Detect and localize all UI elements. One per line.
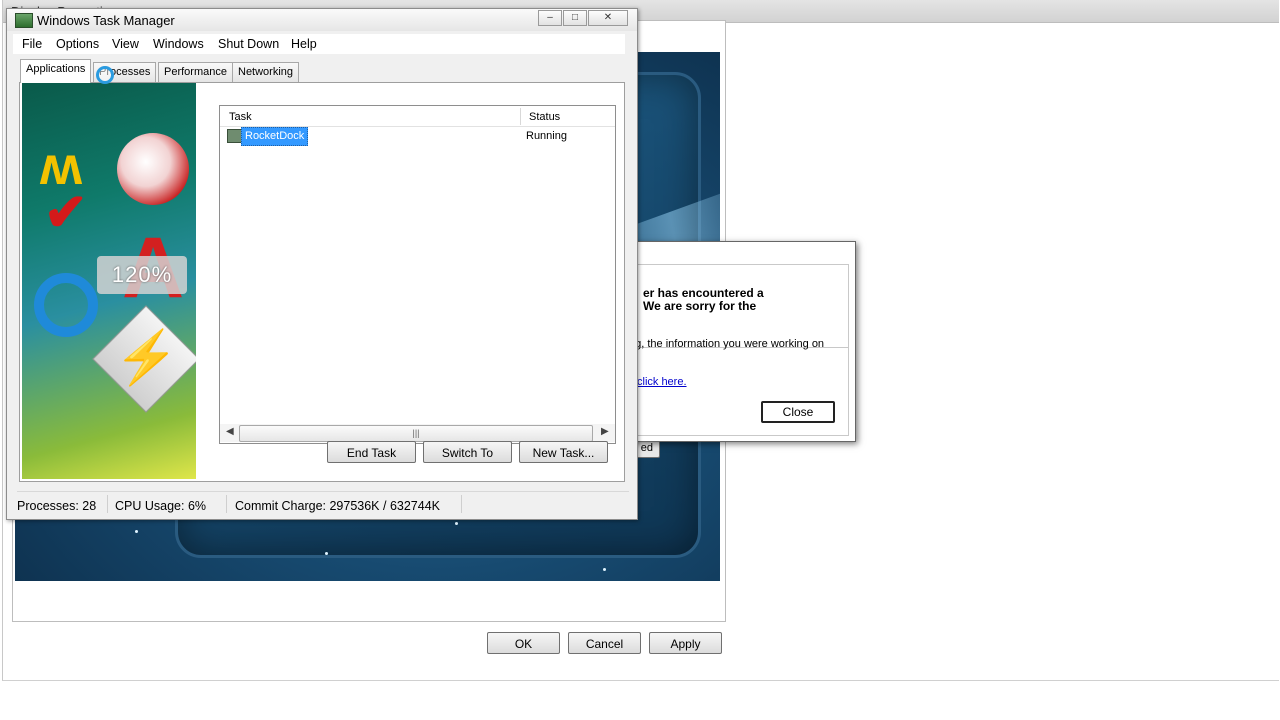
- status-bar: Processes: 28 CPU Usage: 6% Commit Charg…: [17, 491, 629, 514]
- status-divider: [107, 495, 108, 513]
- status-commit-charge: Commit Charge: 297536K / 632744K: [235, 499, 440, 513]
- task-row-name[interactable]: RocketDock: [241, 127, 309, 146]
- star: [603, 568, 606, 571]
- horizontal-scrollbar[interactable]: ◀ ||| ▶: [220, 424, 615, 442]
- rocketdock-icon: [227, 129, 242, 143]
- task-list-header: Task Status: [220, 106, 615, 127]
- cancel-button[interactable]: Cancel: [568, 632, 641, 654]
- menu-view[interactable]: View: [112, 37, 139, 51]
- column-divider[interactable]: [520, 108, 521, 125]
- error-dialog: er has encountered a We are sorry for th…: [628, 241, 856, 442]
- status-divider: [226, 495, 227, 513]
- menu-shut-down[interactable]: Shut Down: [218, 37, 279, 51]
- column-header-status[interactable]: Status: [529, 111, 560, 123]
- task-manager-icon: [15, 13, 33, 28]
- menu-bar: File Options View Windows Shut Down Help: [13, 34, 625, 54]
- checkmark-app-icon: ✔: [44, 184, 88, 242]
- scroll-left-icon[interactable]: ◀: [226, 426, 234, 437]
- status-cpu: CPU Usage: 6%: [115, 499, 207, 513]
- task-manager-window: Windows Task Manager – □ ✕ File Options …: [6, 8, 638, 520]
- status-divider: [461, 495, 462, 513]
- menu-file[interactable]: File: [22, 37, 42, 51]
- column-header-task[interactable]: Task: [229, 111, 252, 123]
- close-window-button[interactable]: ✕: [588, 10, 628, 26]
- menu-windows[interactable]: Windows: [153, 37, 204, 51]
- task-list[interactable]: Task Status RocketDock Running ◀ ||| ▶: [219, 105, 616, 444]
- menu-options[interactable]: Options: [56, 37, 99, 51]
- tab-networking[interactable]: Networking: [232, 62, 300, 82]
- ok-button[interactable]: OK: [487, 632, 560, 654]
- star: [135, 530, 138, 533]
- task-manager-title: Windows Task Manager: [37, 13, 175, 28]
- end-task-button[interactable]: End Task: [327, 441, 416, 463]
- error-body-text: ng, the information you were working on: [629, 338, 825, 350]
- menu-help[interactable]: Help: [291, 37, 317, 51]
- minimize-button[interactable]: –: [538, 10, 562, 26]
- scrollbar-thumb[interactable]: |||: [239, 425, 593, 442]
- switch-to-button[interactable]: Switch To: [423, 441, 512, 463]
- zoom-overlay: 120%: [97, 256, 187, 294]
- new-task-button[interactable]: New Task...: [519, 441, 608, 463]
- maximize-button[interactable]: □: [563, 10, 587, 26]
- status-processes: Processes: 28: [17, 499, 97, 513]
- quicktime-app-icon: [34, 273, 98, 337]
- scroll-right-icon[interactable]: ▶: [601, 426, 609, 437]
- task-row-status: Running: [526, 130, 567, 142]
- lightning-icon: ⚡: [114, 329, 179, 387]
- close-button[interactable]: Close: [761, 401, 835, 423]
- busy-cursor-icon: [96, 66, 114, 84]
- flame-app-icon: [117, 133, 189, 205]
- star: [455, 522, 458, 525]
- error-details-link[interactable]: click here.: [637, 376, 687, 388]
- tab-applications[interactable]: Applications: [20, 59, 92, 83]
- tab-performance[interactable]: Performance: [158, 62, 233, 82]
- error-heading-line2: We are sorry for the: [643, 299, 757, 313]
- error-heading: er has encountered a We are sorry for th…: [643, 287, 853, 313]
- apply-button[interactable]: Apply: [649, 632, 722, 654]
- star: [325, 552, 328, 555]
- task-manager-titlebar[interactable]: Windows Task Manager – □ ✕: [7, 9, 637, 31]
